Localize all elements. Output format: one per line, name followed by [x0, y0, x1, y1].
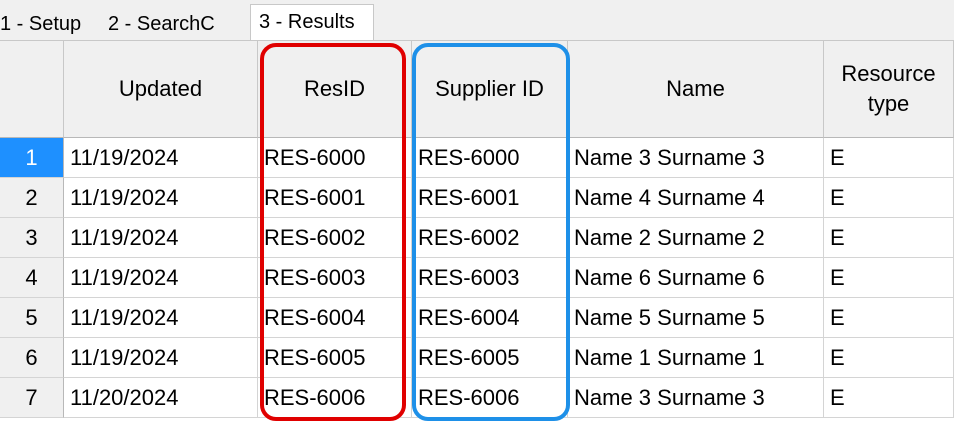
cell-supplier-id[interactable]: RES-6006: [412, 378, 568, 418]
corner-header[interactable]: [0, 41, 64, 138]
tab-setup[interactable]: 1 - Setup: [0, 9, 104, 39]
table-row[interactable]: 1 11/19/2024 RES-6000 RES-6000 Name 3 Su…: [0, 138, 954, 178]
cell-name[interactable]: Name 6 Surname 6: [568, 258, 824, 298]
cell-supplier-id[interactable]: RES-6001: [412, 178, 568, 218]
cell-resid[interactable]: RES-6005: [258, 338, 412, 378]
column-header-supplier-id[interactable]: Supplier ID: [412, 41, 568, 138]
table-row[interactable]: 2 11/19/2024 RES-6001 RES-6001 Name 4 Su…: [0, 178, 954, 218]
table-row[interactable]: 6 11/19/2024 RES-6005 RES-6005 Name 1 Su…: [0, 338, 954, 378]
cell-updated[interactable]: 11/19/2024: [64, 178, 258, 218]
table-row[interactable]: 5 11/19/2024 RES-6004 RES-6004 Name 5 Su…: [0, 298, 954, 338]
table-row[interactable]: 7 11/20/2024 RES-6006 RES-6006 Name 3 Su…: [0, 378, 954, 418]
cell-supplier-id[interactable]: RES-6002: [412, 218, 568, 258]
cell-supplier-id[interactable]: RES-6004: [412, 298, 568, 338]
row-header[interactable]: 1: [0, 138, 64, 178]
row-header[interactable]: 6: [0, 338, 64, 378]
row-header[interactable]: 4: [0, 258, 64, 298]
cell-resid[interactable]: RES-6001: [258, 178, 412, 218]
cell-name[interactable]: Name 3 Surname 3: [568, 138, 824, 178]
cell-resid[interactable]: RES-6006: [258, 378, 412, 418]
cell-supplier-id[interactable]: RES-6000: [412, 138, 568, 178]
column-header-updated[interactable]: Updated: [64, 41, 258, 138]
cell-name[interactable]: Name 3 Surname 3: [568, 378, 824, 418]
cell-updated[interactable]: 11/19/2024: [64, 138, 258, 178]
cell-resid[interactable]: RES-6003: [258, 258, 412, 298]
cell-resource-type[interactable]: E: [824, 258, 954, 298]
tab-bar: 1 - Setup 2 - SearchC 3 - Results: [0, 0, 954, 40]
row-header[interactable]: 5: [0, 298, 64, 338]
cell-name[interactable]: Name 2 Surname 2: [568, 218, 824, 258]
cell-resource-type[interactable]: E: [824, 378, 954, 418]
cell-updated[interactable]: 11/19/2024: [64, 218, 258, 258]
cell-resid[interactable]: RES-6004: [258, 298, 412, 338]
column-header-resid[interactable]: ResID: [258, 41, 412, 138]
table-row[interactable]: 3 11/19/2024 RES-6002 RES-6002 Name 2 Su…: [0, 218, 954, 258]
cell-resource-type[interactable]: E: [824, 178, 954, 218]
cell-updated[interactable]: 11/19/2024: [64, 258, 258, 298]
cell-name[interactable]: Name 1 Surname 1: [568, 338, 824, 378]
cell-resource-type[interactable]: E: [824, 338, 954, 378]
cell-supplier-id[interactable]: RES-6003: [412, 258, 568, 298]
results-window: 1 - Setup 2 - SearchC 3 - Results Update…: [0, 0, 954, 423]
cell-resid[interactable]: RES-6002: [258, 218, 412, 258]
cell-resid[interactable]: RES-6000: [258, 138, 412, 178]
cell-supplier-id[interactable]: RES-6005: [412, 338, 568, 378]
tab-results[interactable]: 3 - Results: [250, 4, 374, 40]
row-header[interactable]: 3: [0, 218, 64, 258]
results-grid: Updated ResID Supplier ID Name Resource …: [0, 41, 954, 423]
column-header-name[interactable]: Name: [568, 41, 824, 138]
cell-resource-type[interactable]: E: [824, 298, 954, 338]
cell-updated[interactable]: 11/20/2024: [64, 378, 258, 418]
cell-name[interactable]: Name 5 Surname 5: [568, 298, 824, 338]
table-row[interactable]: 4 11/19/2024 RES-6003 RES-6003 Name 6 Su…: [0, 258, 954, 298]
cell-updated[interactable]: 11/19/2024: [64, 338, 258, 378]
row-header[interactable]: 2: [0, 178, 64, 218]
cell-resource-type[interactable]: E: [824, 138, 954, 178]
column-header-resource-type[interactable]: Resource type: [824, 41, 954, 138]
cell-updated[interactable]: 11/19/2024: [64, 298, 258, 338]
cell-name[interactable]: Name 4 Surname 4: [568, 178, 824, 218]
tab-searchc[interactable]: 2 - SearchC: [108, 9, 250, 39]
cell-resource-type[interactable]: E: [824, 218, 954, 258]
row-header[interactable]: 7: [0, 378, 64, 418]
